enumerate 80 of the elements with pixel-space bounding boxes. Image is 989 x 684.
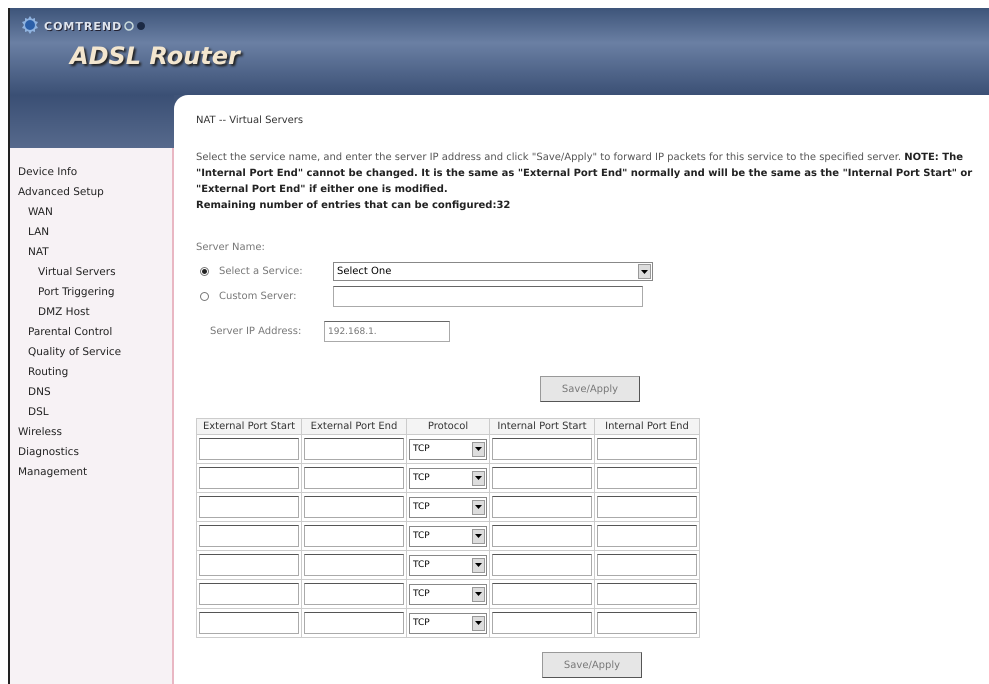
port-field[interactable] [597,554,697,576]
dropdown-value: TCP [413,531,430,541]
product-title: ADSL Router [70,42,242,70]
sidebar-item[interactable]: Parental Control [18,322,172,342]
port-field[interactable] [492,583,592,605]
dropdown-value: TCP [413,502,430,512]
sidebar-item[interactable]: Management [18,462,172,482]
dropdown-value: TCP [413,618,430,628]
sidebar-item[interactable]: Quality of Service [18,342,172,362]
port-field[interactable] [199,496,299,518]
port-field[interactable] [199,583,299,605]
protocol-dropdown[interactable]: TCP [409,584,487,604]
protocol-dropdown[interactable]: TCP [409,612,487,634]
save-apply-button[interactable]: Save/Apply [540,376,640,402]
sidebar-item[interactable]: DMZ Host [18,302,172,322]
sidebar-item[interactable]: DNS [18,382,172,402]
port-field[interactable] [492,438,592,460]
column-header: External Port End [302,418,406,434]
port-field[interactable] [492,525,592,547]
port-field[interactable] [492,554,592,576]
protocol-dropdown[interactable]: TCP [409,496,487,518]
port-field[interactable] [304,496,404,518]
brand-logo: COMTREND [44,20,122,32]
port-field[interactable] [199,525,299,547]
protocol-dropdown[interactable]: TCP [409,438,487,460]
port-field[interactable] [199,467,299,489]
port-field[interactable] [304,438,404,460]
port-field[interactable] [597,525,697,547]
sidebar-item[interactable]: Port Triggering [18,282,172,302]
save-apply-button[interactable]: Save/Apply [542,652,642,678]
page-title: NAT -- Virtual Servers [196,115,304,126]
port-field[interactable] [597,583,697,605]
dropdown-value: TCP [413,473,430,483]
sidebar-item[interactable]: Routing [18,362,172,382]
sidebar-item[interactable]: LAN [18,222,172,242]
dropdown-value: Select One [337,266,392,277]
port-field[interactable] [492,496,592,518]
port-field[interactable] [597,496,697,518]
option-label: Custom Server: [219,291,298,302]
radio-button[interactable] [200,267,209,276]
port-field[interactable] [304,467,404,489]
sidebar-item[interactable]: DSL [18,402,172,422]
port-field[interactable] [199,438,299,460]
sidebar-item[interactable]: NAT [18,242,172,262]
dropdown-value: TCP [413,444,430,454]
column-header: External Port Start [196,418,302,434]
port-field[interactable] [199,554,299,576]
column-header: Internal Port Start [490,418,594,434]
column-header: Internal Port End [594,418,700,434]
server-name-label: Server Name: [196,242,266,253]
column-header: Protocol [406,418,490,434]
port-field[interactable] [304,583,404,605]
port-field[interactable] [492,612,592,634]
server-ip-field[interactable]: 192.168.1. [324,321,450,342]
dropdown-value: TCP [413,589,430,599]
sidebar-item[interactable]: Wireless [18,422,172,442]
option-label: Select a Service: [219,266,304,277]
sidebar-item[interactable]: WAN [18,202,172,222]
remaining-entries-text: Remaining number of entries that can be configured:32 [196,199,512,213]
custom-server-field[interactable] [333,286,643,307]
sidebar-item[interactable]: Device Info [18,162,172,182]
protocol-dropdown[interactable]: TCP [409,526,487,546]
port-field[interactable] [597,438,697,460]
server-ip-label: Server IP Address: [210,326,302,337]
service-dropdown[interactable]: Select One [333,262,653,281]
port-field[interactable] [304,554,404,576]
sidebar-item[interactable]: Virtual Servers [18,262,172,282]
description-text: Select the service name, and enter the server IP address and click "Save/Apply" to forward IP packets for this service to the specified server. NOTE: The "Internal Port End" cannot be changed. It is the same as "External Port End" normally and will be the same as the "Internal Port Start" or "External Port End" if either one is modified. [196,151,974,197]
dropdown-value: TCP [413,560,430,570]
port-field[interactable] [199,612,299,634]
port-field[interactable] [492,467,592,489]
port-field[interactable] [597,467,697,489]
port-field[interactable] [597,612,697,634]
sidebar-item[interactable]: Advanced Setup [18,182,172,202]
port-field[interactable] [304,612,404,634]
radio-button[interactable] [200,292,209,301]
sidebar-item[interactable]: Diagnostics [18,442,172,462]
protocol-dropdown[interactable]: TCP [409,468,487,488]
protocol-dropdown[interactable]: TCP [409,554,487,576]
port-field[interactable] [304,525,404,547]
